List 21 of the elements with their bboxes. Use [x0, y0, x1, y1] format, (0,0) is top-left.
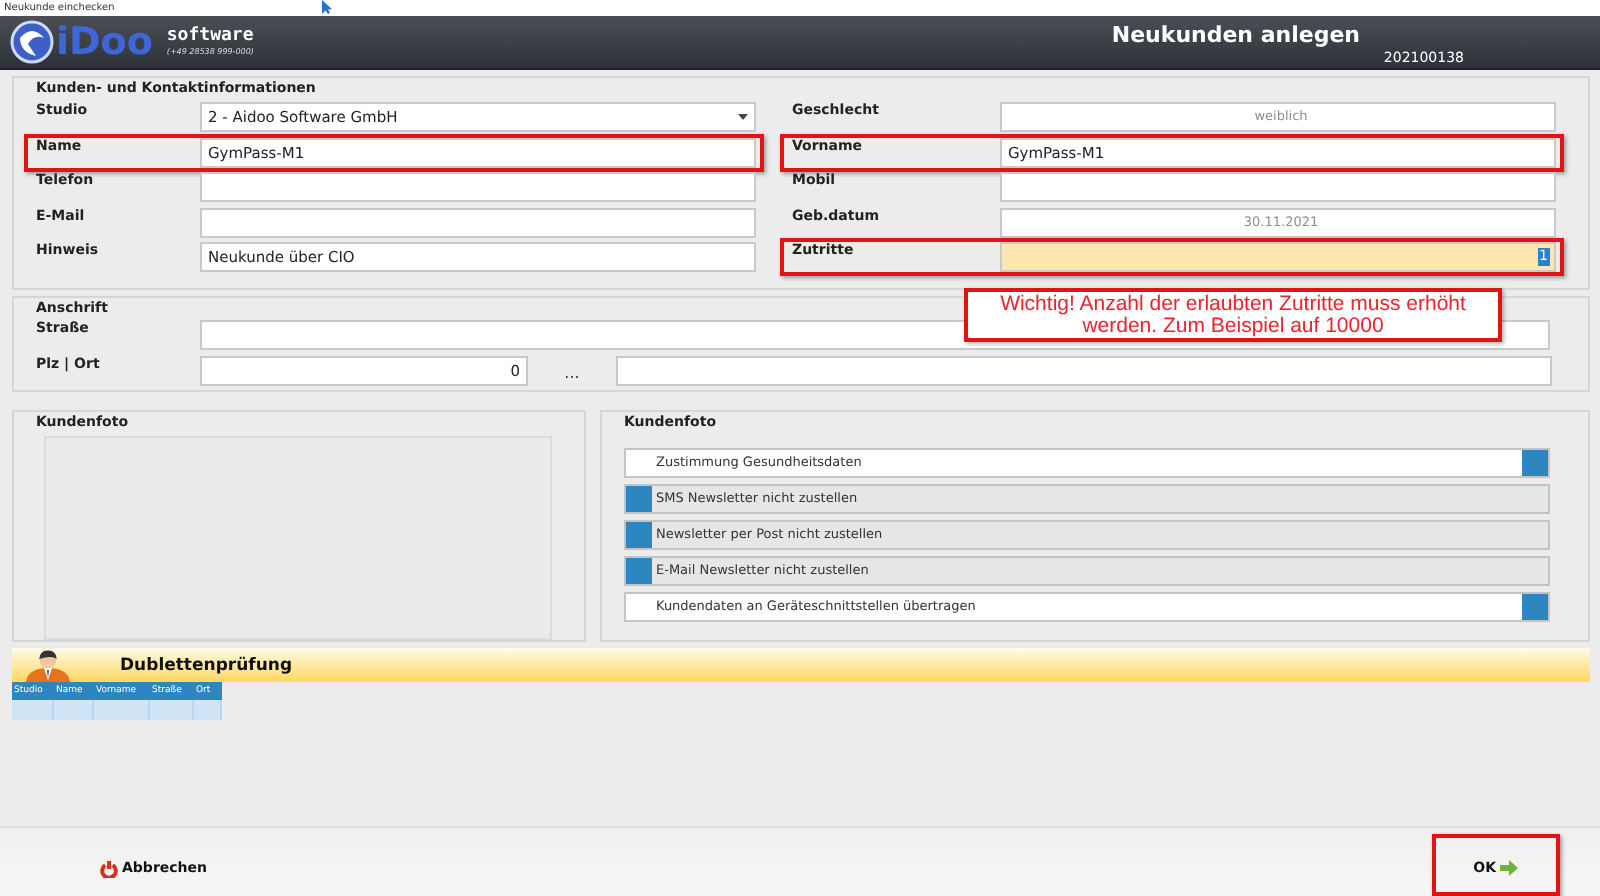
warning-tooltip: Wichtig! Anzahl der erlaubten Zutritte muss erhöht werden. Zum Beispiel auf 10000	[964, 288, 1502, 342]
table-cell	[194, 700, 222, 720]
input-field[interactable]	[1000, 172, 1556, 202]
input-field[interactable]	[616, 356, 1552, 386]
logo-icon	[10, 20, 54, 64]
brand-tagline: software	[166, 26, 254, 46]
lookup-link[interactable]: ...	[528, 364, 616, 382]
table-cell	[150, 700, 194, 720]
table-cell	[54, 700, 94, 720]
arrow-icon	[1500, 860, 1518, 876]
table-cell	[12, 700, 54, 720]
section-title: Dublettenprüfung	[120, 655, 293, 675]
input-field[interactable]	[200, 172, 756, 202]
person-icon	[20, 648, 76, 682]
brand-name: iDoo	[56, 22, 153, 62]
page-title: Neukunden anlegen	[1111, 19, 1360, 49]
power-icon	[100, 859, 118, 877]
table-cell	[94, 700, 150, 720]
caret-icon	[738, 114, 748, 120]
cursor-icon	[322, 0, 332, 14]
input-field[interactable]	[200, 207, 756, 237]
